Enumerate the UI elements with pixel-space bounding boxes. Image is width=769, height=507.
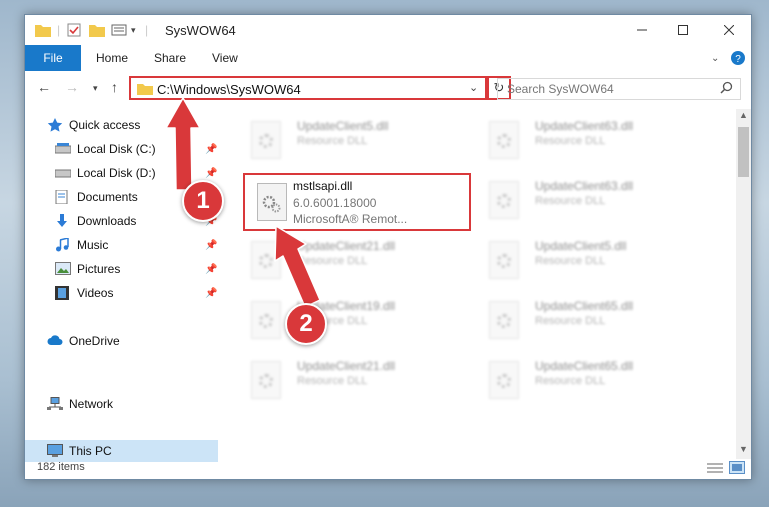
step-badge-1: 1 [182, 180, 224, 222]
annotation-arrows [165, 97, 321, 308]
step-badge-2: 2 [285, 303, 327, 345]
arrow-to-selected-file [274, 225, 321, 308]
arrow-to-address-bar [165, 97, 201, 191]
